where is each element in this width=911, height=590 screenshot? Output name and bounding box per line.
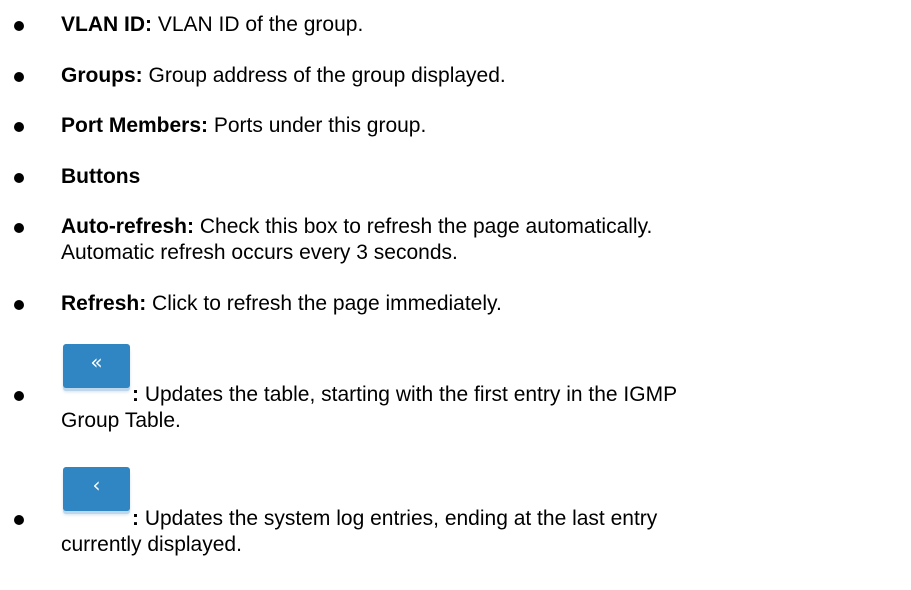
bullet bbox=[14, 173, 24, 183]
list-item-text: Refresh: Click to refresh the page immed… bbox=[61, 291, 905, 317]
term-description-continued: currently displayed. bbox=[61, 533, 242, 556]
term-description: Ports under this group. bbox=[208, 114, 427, 137]
term-label: : bbox=[132, 507, 139, 530]
previous-page-icon: ‹ bbox=[92, 473, 101, 497]
term-description: VLAN ID of the group. bbox=[152, 13, 364, 36]
term-description-continued: Group Table. bbox=[61, 409, 181, 432]
first-page-icon: « bbox=[90, 350, 103, 374]
bullet bbox=[14, 72, 24, 82]
term-description: Click to refresh the page immediately. bbox=[146, 292, 502, 315]
list-item-text: Auto-refresh: Check this box to refresh … bbox=[61, 214, 905, 266]
term-label: Port Members: bbox=[61, 114, 209, 137]
term-label: : bbox=[132, 383, 139, 406]
term-description: Check this box to refresh the page autom… bbox=[194, 215, 653, 238]
term-description: Updates the system log entries, ending a… bbox=[139, 507, 658, 530]
term-label: VLAN ID: bbox=[61, 13, 152, 36]
bullet bbox=[14, 515, 24, 525]
list-item-text: : Updates the table, starting with the f… bbox=[61, 382, 905, 434]
term-description-continued: Automatic refresh occurs every 3 seconds… bbox=[61, 241, 458, 264]
list-item-text: VLAN ID: VLAN ID of the group. bbox=[61, 12, 905, 38]
list-item-text: Buttons bbox=[61, 164, 905, 190]
term-label: Refresh: bbox=[61, 292, 147, 315]
list-item-text: Port Members: Ports under this group. bbox=[61, 113, 905, 139]
bullet bbox=[14, 21, 24, 31]
term-description: Updates the table, starting with the fir… bbox=[139, 383, 678, 406]
bullet bbox=[14, 223, 24, 233]
bullet bbox=[14, 300, 24, 310]
term-label: Auto-refresh: bbox=[61, 215, 195, 238]
list-item-text: : Updates the system log entries, ending… bbox=[61, 506, 905, 558]
bullet bbox=[14, 122, 24, 132]
term-description: Group address of the group displayed. bbox=[142, 64, 506, 87]
term-label: Groups: bbox=[61, 64, 143, 87]
term-label: Buttons bbox=[61, 165, 141, 188]
list-item-text: Groups: Group address of the group displ… bbox=[61, 63, 905, 89]
bullet bbox=[14, 391, 24, 401]
previous-page-button-image: ‹ bbox=[63, 467, 130, 511]
document-page: VLAN ID: VLAN ID of the group. Groups: G… bbox=[0, 0, 911, 590]
